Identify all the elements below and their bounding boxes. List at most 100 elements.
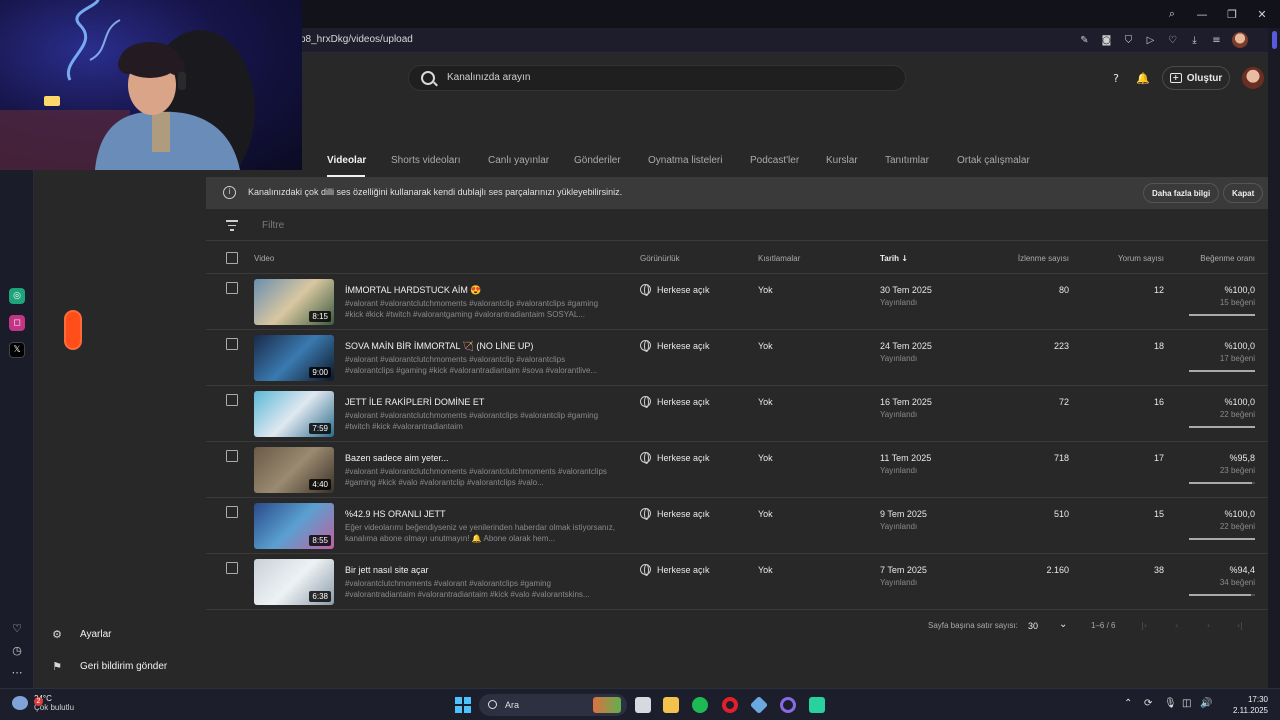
col-date[interactable]: Tarih ↓	[880, 254, 908, 263]
more-icon[interactable]: ⋯	[9, 664, 25, 680]
tab-posts[interactable]: Gönderiler	[574, 155, 621, 166]
tab-courses[interactable]: Kurslar	[826, 155, 858, 166]
tab-podcasts[interactable]: Podcast'ler	[750, 155, 799, 166]
last-page-icon[interactable]: ›|	[1237, 621, 1243, 630]
download-icon[interactable]: ⤓	[1188, 32, 1201, 48]
create-label: Oluştur	[1186, 72, 1223, 84]
windows-start-icon[interactable]	[455, 697, 471, 713]
assistant-icon[interactable]	[780, 697, 796, 713]
row-checkbox[interactable]	[226, 562, 238, 574]
table-row[interactable]: 8:55 %42.9 HS ORANLI JETT Eğer videolarımı…	[206, 498, 1268, 554]
tab-live[interactable]: Canlı yayınlar	[488, 155, 549, 166]
folder-icon[interactable]	[663, 697, 679, 713]
x-icon[interactable]: 𝕏	[9, 342, 25, 358]
filter-bar[interactable]: Filtre	[206, 209, 1268, 241]
first-page-icon[interactable]: |‹	[1141, 621, 1147, 630]
app-icon[interactable]	[749, 695, 769, 715]
video-title[interactable]: %42.9 HS ORANLI JETT	[345, 509, 446, 519]
video-title[interactable]: Bir jett nasıl site açar	[345, 565, 429, 575]
visibility-cell[interactable]: Herkese açık	[640, 396, 710, 408]
search-icon[interactable]: ⌕	[1164, 6, 1180, 22]
heart-icon[interactable]: ♡	[9, 620, 25, 636]
nav-settings[interactable]: ⚙ Ayarlar	[50, 622, 112, 646]
file-explorer-window-icon[interactable]	[635, 697, 651, 713]
menu-icon[interactable]: ≡	[1210, 32, 1223, 48]
select-all-checkbox[interactable]	[226, 252, 238, 264]
clock[interactable]: 17:30 2.11.2025	[1233, 694, 1268, 716]
table-row[interactable]: 4:40 Bazen sadece aim yeter... #valorant #…	[206, 442, 1268, 498]
row-checkbox[interactable]	[226, 506, 238, 518]
shield-icon[interactable]: ⛉	[1122, 32, 1135, 48]
table-row[interactable]: 6:38 Bir jett nasıl site açar #valorantclu…	[206, 554, 1268, 610]
publish-status: Yayınlandı	[880, 466, 918, 475]
video-thumbnail[interactable]: 7:59	[254, 391, 334, 437]
close-banner-button[interactable]: Kapat	[1223, 183, 1264, 203]
visibility-cell[interactable]: Herkese açık	[640, 564, 710, 576]
learn-more-button[interactable]: Daha fazla bilgi	[1143, 183, 1220, 203]
row-checkbox[interactable]	[226, 394, 238, 406]
filter-icon[interactable]	[226, 220, 238, 231]
volume-icon[interactable]: 🔊	[1200, 698, 1212, 709]
heart-icon[interactable]: ♡	[1166, 32, 1179, 48]
video-thumbnail[interactable]: 8:55	[254, 503, 334, 549]
taskbar-search[interactable]: Ara	[479, 694, 627, 716]
video-thumbnail[interactable]: 6:38	[254, 559, 334, 605]
table-row[interactable]: 7:59 JETT İLE RAKİPLERİ DOMİNE ET #valoran…	[206, 386, 1268, 442]
history-icon[interactable]: ◷	[9, 642, 25, 658]
video-thumbnail[interactable]: 8:15	[254, 279, 334, 325]
mic-icon[interactable]: 🎙	[1164, 698, 1177, 709]
weather-widget[interactable]: 2 24°C Çok bulutlu	[12, 694, 74, 712]
channel-search[interactable]: Kanalınızda arayın	[408, 65, 906, 91]
col-views[interactable]: İzlenme sayısı	[1018, 254, 1069, 263]
close-icon[interactable]: ✕	[1254, 6, 1270, 22]
profile-avatar[interactable]	[1232, 32, 1248, 48]
nav-feedback[interactable]: ⚑ Geri bildirim gönder	[50, 654, 167, 678]
visibility-cell[interactable]: Herkese açık	[640, 508, 710, 520]
bell-icon[interactable]: 🔔	[1135, 70, 1151, 86]
video-title[interactable]: SOVA MAİN BİR İMMORTAL 🏹 (NO LİNE UP)	[345, 341, 533, 352]
tab-playlists[interactable]: Oynatma listeleri	[648, 155, 722, 166]
visibility-cell[interactable]: Herkese açık	[640, 284, 710, 296]
tab-promotions[interactable]: Tanıtımlar	[885, 155, 929, 166]
rows-per-page-value[interactable]: 30	[1028, 621, 1038, 631]
sync-icon[interactable]: ⟳	[1144, 698, 1152, 709]
help-icon[interactable]: ?	[1108, 70, 1124, 86]
network-icon[interactable]: ◫	[1182, 698, 1191, 709]
next-page-icon[interactable]: ›	[1207, 621, 1210, 630]
col-comments[interactable]: Yorum sayısı	[1118, 254, 1164, 263]
play-icon[interactable]: ▷	[1144, 32, 1157, 48]
camera-icon[interactable]: ◙	[1100, 32, 1113, 48]
publish-status: Yayınlandı	[880, 578, 918, 587]
table-row[interactable]: 8:15 İMMORTAL HARDSTUCK AİM 😍 #valorant #v…	[206, 274, 1268, 330]
chevron-down-icon[interactable]: ⌄	[1059, 619, 1067, 630]
opera-icon[interactable]	[722, 697, 738, 713]
col-likes[interactable]: Beğenme oranı	[1200, 254, 1255, 263]
video-title[interactable]: JETT İLE RAKİPLERİ DOMİNE ET	[345, 397, 484, 407]
chatgpt-icon[interactable]: ◎	[9, 288, 25, 304]
avatar[interactable]	[1242, 67, 1264, 89]
minimize-icon[interactable]: —	[1194, 6, 1210, 22]
create-button[interactable]: + Oluştur	[1162, 66, 1230, 90]
video-thumbnail[interactable]: 9:00	[254, 335, 334, 381]
visibility-cell[interactable]: Herkese açık	[640, 340, 710, 352]
row-checkbox[interactable]	[226, 450, 238, 462]
kick-icon[interactable]	[809, 697, 825, 713]
spotify-icon[interactable]	[692, 697, 708, 713]
tab-shorts[interactable]: Shorts videoları	[391, 155, 460, 166]
edit-icon[interactable]: ✎	[1078, 32, 1091, 48]
tab-collaborations[interactable]: Ortak çalışmalar	[957, 155, 1030, 166]
tab-videos[interactable]: Videolar	[327, 155, 366, 166]
row-checkbox[interactable]	[226, 282, 238, 294]
instagram-icon[interactable]: ◻	[9, 315, 25, 331]
prev-page-icon[interactable]: ‹	[1175, 621, 1178, 630]
table-row[interactable]: 9:00 SOVA MAİN BİR İMMORTAL 🏹 (NO LİNE UP…	[206, 330, 1268, 386]
video-title[interactable]: İMMORTAL HARDSTUCK AİM 😍	[345, 285, 482, 296]
restore-icon[interactable]: ❐	[1224, 6, 1240, 22]
chevron-up-icon[interactable]: ⌃	[1124, 698, 1132, 709]
video-title[interactable]: Bazen sadece aim yeter...	[345, 453, 449, 463]
visibility-cell[interactable]: Herkese açık	[640, 452, 710, 464]
url-text[interactable]: p8_hrxDkg/videos/upload	[300, 34, 413, 45]
video-thumbnail[interactable]: 4:40	[254, 447, 334, 493]
nav-settings-label: Ayarlar	[80, 628, 112, 640]
row-checkbox[interactable]	[226, 338, 238, 350]
